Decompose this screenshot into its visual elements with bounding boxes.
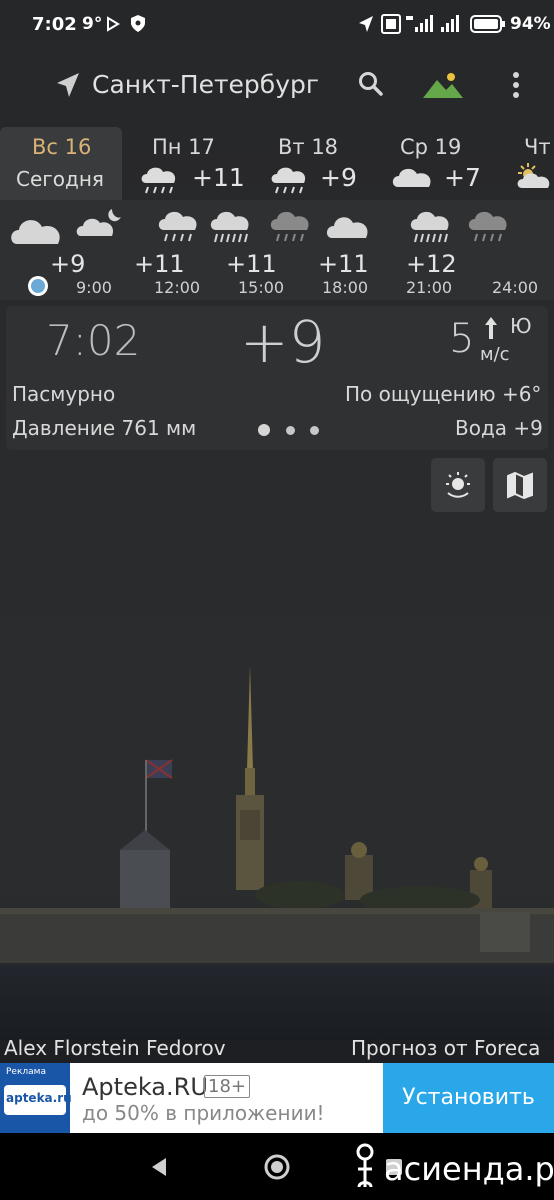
day-tab-mon[interactable]: Пн 17 +11: [122, 127, 246, 200]
play-icon: [107, 16, 120, 32]
photo-credit[interactable]: Alex Florstein Fedorov: [4, 1036, 226, 1060]
heavy-rain-icon: [410, 211, 449, 243]
day-temp: +7: [444, 163, 481, 192]
day-name: Чт: [524, 135, 551, 159]
status-bar: 7:02 9° 94%: [0, 0, 554, 50]
day-tab-tue[interactable]: Вт 18 +9: [248, 127, 372, 200]
day-name: Вт 18: [278, 135, 339, 159]
ad-logo: Реклама apteka.ru: [0, 1063, 72, 1133]
hourly-time: 18:00: [322, 278, 369, 297]
age-rating-badge: 18+: [204, 1075, 250, 1098]
hourly-time: 12:00: [154, 278, 201, 297]
hourly-time: 9:00: [76, 278, 112, 297]
day-temp: +9: [320, 163, 357, 192]
partly-cloudy-icon: [517, 163, 550, 188]
battery-percent: 94%: [510, 14, 551, 34]
day-name: Вс 16: [32, 135, 92, 159]
dark-rain-cloud-icon: [270, 211, 309, 242]
day-name: Пн 17: [152, 135, 215, 159]
hourly-time: 24:00: [492, 278, 539, 297]
shield-icon: [131, 15, 145, 32]
page-dot-active: [258, 424, 270, 436]
hourly-temp: +12: [406, 250, 457, 278]
page-dot: [286, 426, 295, 435]
current-temp: +9: [240, 308, 326, 376]
ad-label: Реклама: [6, 1067, 46, 1077]
location-status-icon: [359, 16, 373, 32]
hourly-temp: +9: [50, 250, 86, 278]
cloud-icon: [11, 220, 60, 244]
current-time-marker-icon: [28, 276, 48, 296]
day-tab-today[interactable]: Вс 16 Сегодня: [0, 127, 122, 200]
top-bar: Санкт-Петербург: [0, 56, 554, 116]
hourly-time: 15:00: [238, 278, 285, 297]
landscape-background-icon[interactable]: [422, 70, 464, 100]
day-tab-wed[interactable]: Ср 19 +7: [374, 127, 498, 200]
more-menu-icon[interactable]: [510, 70, 522, 100]
signal-4g-icon: [406, 15, 433, 32]
pressure: Давление 761 мм: [12, 416, 197, 440]
ad-banner[interactable]: Реклама apteka.ru Apteka.RU 18+ до 50% в…: [0, 1063, 554, 1133]
battery-icon: [470, 15, 505, 33]
cloud-icon: [326, 217, 368, 238]
water-temp: Вода +9: [455, 416, 543, 440]
radar-button[interactable]: [431, 458, 485, 512]
status-temp: 9°: [82, 14, 103, 34]
dark-rain-cloud-icon: [468, 211, 507, 242]
hourly-temp: +11: [226, 250, 277, 278]
volte-icon: [381, 14, 401, 34]
city-name[interactable]: Санкт-Петербург: [92, 70, 319, 99]
status-time: 7:02: [32, 14, 77, 35]
ad-title: Apteka.RU: [82, 1073, 208, 1101]
current-time: 7:02: [46, 316, 141, 365]
fortress-silhouette: [0, 665, 554, 963]
river: [0, 965, 554, 1040]
back-icon[interactable]: [150, 1157, 168, 1177]
location-arrow-icon[interactable]: [56, 72, 80, 98]
wind-speed: 5: [449, 316, 475, 362]
heavy-rain-icon: [210, 211, 249, 243]
cloudy-night-icon: [76, 209, 121, 236]
watermark-logo-icon: [356, 1143, 374, 1188]
wind-direction-arrow-icon: [485, 317, 497, 339]
feels-like: По ощущению +6°: [345, 382, 542, 406]
map-icon: [507, 471, 533, 499]
current-conditions-card[interactable]: 7:02 +9 5 Ю м/с Пасмурно По ощущению +6°…: [6, 306, 548, 450]
cloud-icon: [392, 168, 431, 187]
wind-unit: м/с: [480, 344, 510, 365]
forecast-credit[interactable]: Прогноз от Foreca: [351, 1036, 540, 1060]
day-tab-thu[interactable]: Чт: [500, 127, 554, 200]
ad-logo-text: apteka.ru: [6, 1091, 72, 1105]
search-icon[interactable]: [358, 71, 384, 97]
wind-direction: Ю: [510, 314, 532, 338]
hourly-forecast-strip[interactable]: +9 +11 +11 +11 +12 9:00 12:00 15:00 18:0…: [0, 200, 554, 300]
home-icon[interactable]: [263, 1153, 291, 1181]
signal-icon: [441, 15, 459, 32]
rain-cloud-icon: [158, 211, 197, 242]
ad-subtitle: до 50% в приложении!: [82, 1101, 325, 1125]
day-temp: +11: [192, 163, 245, 192]
daily-forecast-strip: Вс 16 Сегодня Пн 17 +11 Вт 18 +9 Ср 19 +…: [0, 127, 554, 200]
map-button[interactable]: [493, 458, 547, 512]
hourly-temp: +11: [134, 250, 185, 278]
rain-cloud-icon: [141, 167, 176, 194]
day-name: Ср 19: [400, 135, 462, 159]
sun-rain-icon: [446, 472, 470, 498]
hourly-time: 21:00: [406, 278, 453, 297]
install-button[interactable]: Установить: [383, 1063, 554, 1133]
condition-text: Пасмурно: [12, 382, 116, 406]
rain-cloud-icon: [271, 167, 306, 194]
page-dot: [310, 426, 319, 435]
watermark-text: асиенда.ру: [384, 1150, 554, 1188]
hourly-temp: +11: [318, 250, 369, 278]
today-label: Сегодня: [16, 167, 104, 191]
